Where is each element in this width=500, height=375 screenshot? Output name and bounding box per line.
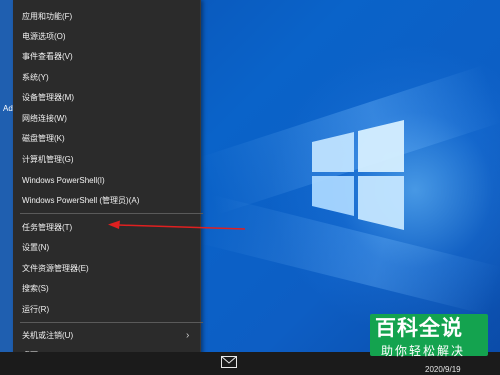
mail-icon[interactable] — [221, 356, 237, 368]
watermark-title: 百科全说 — [375, 317, 463, 340]
watermark-subtitle: 助你轻松解决 — [381, 344, 466, 358]
taskbar-date[interactable]: 2020/9/19 — [425, 365, 461, 374]
